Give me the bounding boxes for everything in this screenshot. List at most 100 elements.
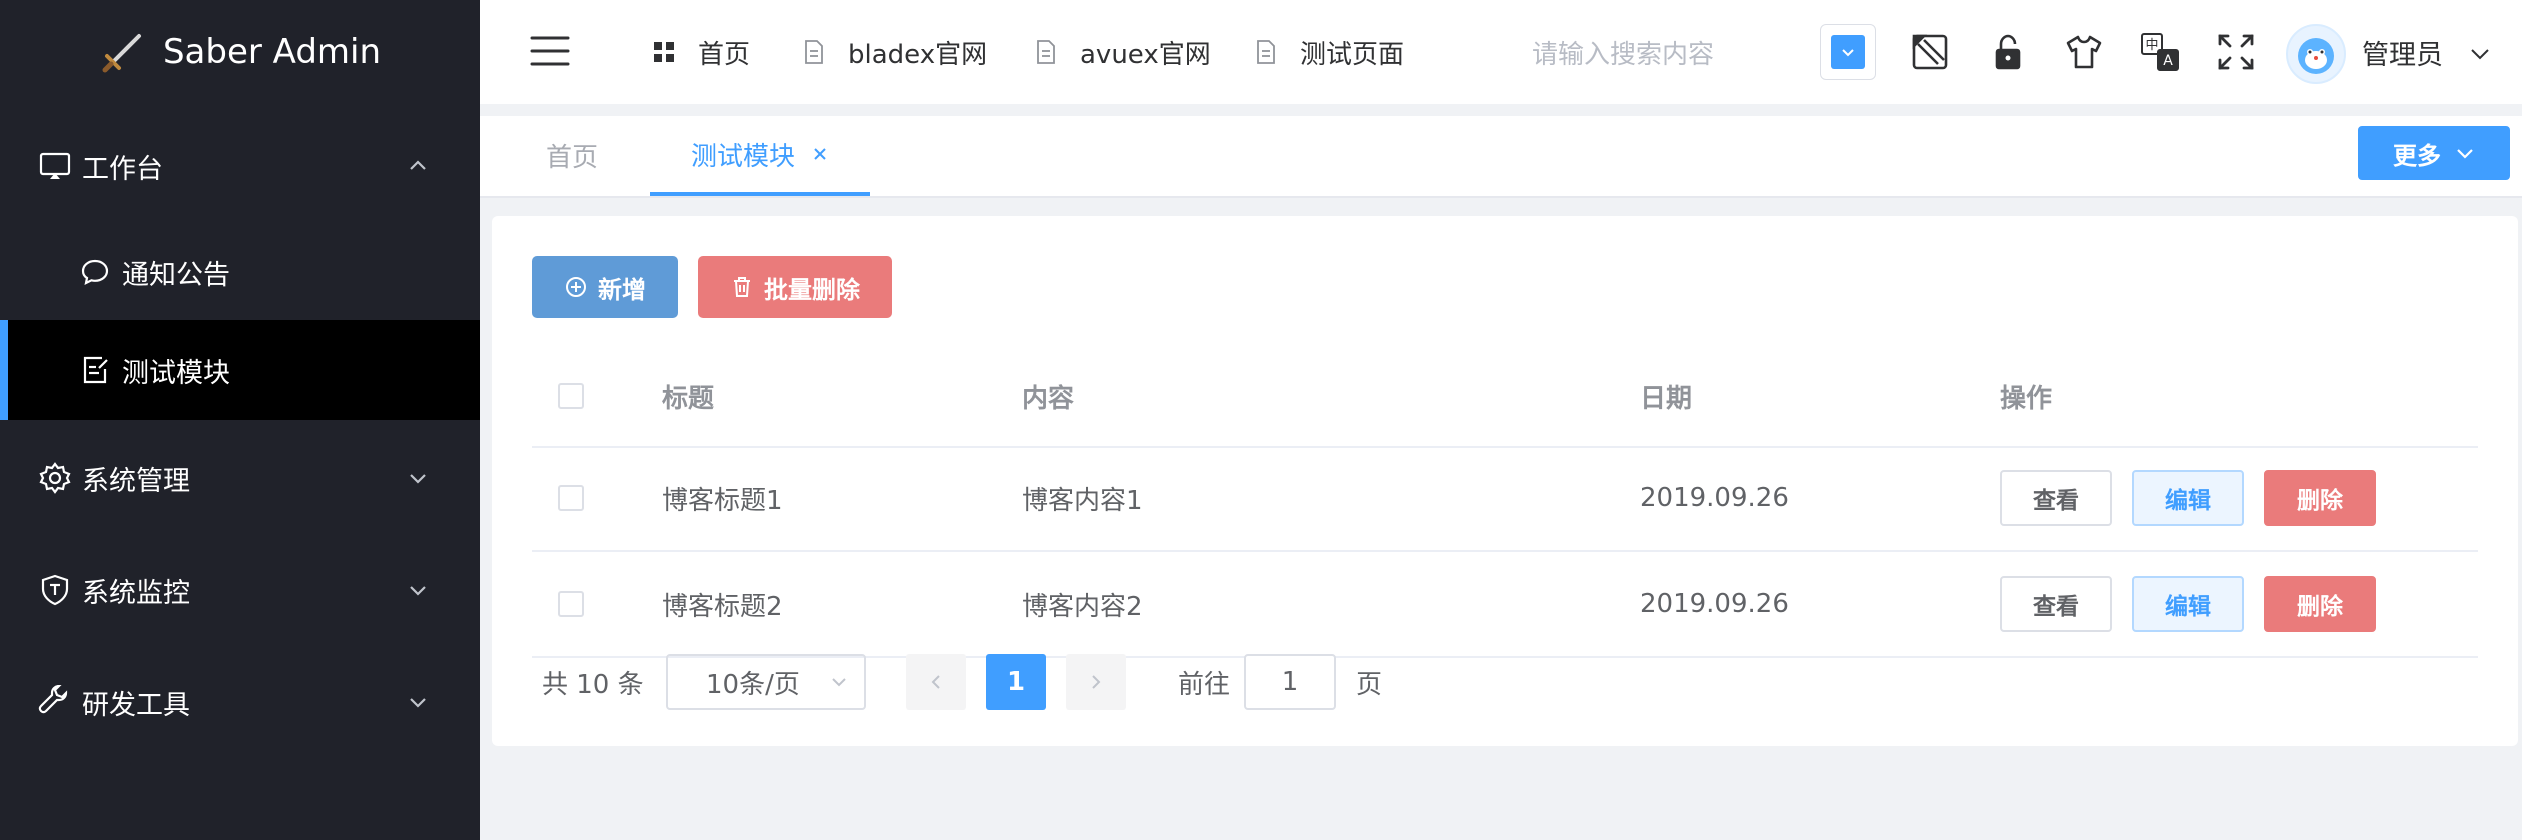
delete-button[interactable]: 删除 — [2264, 470, 2376, 526]
column-header-title: 标题 — [662, 383, 715, 414]
page-number-button[interactable]: 1 — [986, 654, 1046, 710]
nav-link-test-page[interactable]: 测试页面 — [1254, 30, 1404, 74]
sidebar-item-label: 测试模块 — [122, 357, 230, 389]
fullscreen-icon[interactable] — [2216, 32, 2256, 72]
goto-page-input[interactable] — [1244, 654, 1336, 710]
table-row: 博客标题1 博客内容1 2019.09.26 查看 编辑 删除 — [532, 446, 2478, 552]
lock-icon[interactable] — [1988, 32, 2028, 72]
column-header-content: 内容 — [1022, 383, 1075, 414]
sidebar-item-system-management[interactable]: 系统管理 — [0, 442, 480, 514]
shield-icon — [38, 573, 72, 607]
chevron-left-icon — [927, 673, 945, 691]
page-size-select[interactable]: 10条/页 — [666, 654, 866, 710]
sword-icon — [99, 28, 147, 76]
chevron-down-icon — [406, 690, 430, 714]
tab-test-module[interactable]: 测试模块 — [650, 116, 870, 196]
nav-link-home[interactable]: 首页 — [652, 30, 750, 74]
sidebar-item-label: 工作台 — [82, 153, 163, 185]
sidebar-item-system-monitor[interactable]: 系统监控 — [0, 554, 480, 626]
column-header-date: 日期 — [1640, 383, 1693, 414]
more-button[interactable]: 更多 — [2358, 126, 2510, 180]
screenshot-icon[interactable] — [1910, 32, 1950, 72]
edit-button[interactable]: 编辑 — [2132, 576, 2244, 632]
monitor-icon — [38, 149, 72, 183]
sidebar-item-label: 研发工具 — [82, 689, 190, 721]
tab-label: 首页 — [546, 142, 599, 173]
edit-button[interactable]: 编辑 — [2132, 470, 2244, 526]
sidebar-item-label: 系统监控 — [82, 577, 190, 609]
trash-icon — [730, 275, 754, 299]
chevron-down-icon — [406, 466, 430, 490]
more-button-label: 更多 — [2393, 141, 2441, 170]
hamburger-menu-icon[interactable] — [530, 34, 570, 68]
close-icon[interactable] — [811, 145, 829, 163]
nav-link-label: avuex官网 — [1080, 39, 1211, 70]
sidebar-item-test-module[interactable]: 测试模块 — [0, 320, 480, 420]
delete-button[interactable]: 删除 — [2264, 576, 2376, 632]
document-icon — [1034, 40, 1058, 64]
document-icon — [1254, 40, 1278, 64]
app-logo[interactable]: Saber Admin — [0, 0, 480, 104]
chevron-right-icon — [1087, 673, 1105, 691]
tags-bar: 首页 测试模块 更多 — [480, 116, 2522, 198]
batch-delete-button[interactable]: 批量删除 — [698, 256, 892, 318]
cell-content: 博客内容2 — [1022, 591, 1143, 622]
pagination: 共 10 条 10条/页 1 前往 页 — [532, 646, 1532, 716]
search-input[interactable] — [1530, 26, 1794, 84]
cell-date: 2019.09.26 — [1640, 483, 1789, 513]
goto-label: 前往 — [1178, 669, 1231, 700]
chevron-up-icon — [406, 154, 430, 178]
content-card: 新增 批量删除 标题 内容 日期 操作 博客标题1 博客内容1 2019.09.… — [492, 216, 2518, 746]
avatar[interactable] — [2286, 24, 2346, 84]
cell-content: 博客内容1 — [1022, 485, 1143, 516]
app-title: Saber Admin — [162, 32, 382, 72]
next-page-button[interactable] — [1066, 654, 1126, 710]
add-button-label: 新增 — [598, 275, 646, 304]
tshirt-icon[interactable] — [2064, 32, 2104, 72]
theme-color-swatch — [1831, 35, 1865, 69]
cell-title: 博客标题1 — [662, 485, 783, 516]
chat-icon — [80, 257, 110, 287]
grid-icon — [652, 40, 676, 64]
sidebar: Saber Admin 工作台 通知公告 测试模块 系统管理 系统监控 研发工具 — [0, 0, 480, 840]
nav-link-bladex[interactable]: bladex官网 — [802, 30, 987, 74]
cell-title: 博客标题2 — [662, 591, 783, 622]
chevron-down-icon — [2455, 143, 2475, 163]
svg-text:A: A — [2163, 53, 2173, 69]
cell-date: 2019.09.26 — [1640, 589, 1789, 619]
sidebar-item-workbench[interactable]: 工作台 — [0, 130, 480, 202]
svg-text:中: 中 — [2145, 38, 2158, 53]
sidebar-item-notice[interactable]: 通知公告 — [0, 236, 480, 308]
page-unit-label: 页 — [1356, 669, 1383, 700]
top-header: 首页 bladex官网 avuex官网 测试页面 请输入搜索内容 中 A 管理员 — [480, 0, 2522, 104]
row-checkbox[interactable] — [558, 591, 584, 617]
sidebar-item-dev-tools[interactable]: 研发工具 — [0, 666, 480, 738]
translate-icon[interactable]: 中 A — [2140, 32, 2180, 72]
nav-link-avuex[interactable]: avuex官网 — [1034, 30, 1211, 74]
chevron-down-icon — [830, 673, 848, 691]
document-icon — [802, 40, 826, 64]
page-size-value: 10条/页 — [706, 669, 800, 700]
view-button[interactable]: 查看 — [2000, 576, 2112, 632]
wrench-icon — [38, 685, 72, 719]
table-row: 博客标题2 博客内容2 2019.09.26 查看 编辑 删除 — [532, 552, 2478, 658]
plus-circle-icon — [564, 275, 588, 299]
table-header-row: 标题 内容 日期 操作 — [532, 346, 2478, 448]
gear-icon — [38, 461, 72, 495]
edit-doc-icon — [80, 355, 110, 385]
add-button[interactable]: 新增 — [532, 256, 678, 318]
tab-home[interactable]: 首页 — [546, 116, 598, 194]
nav-link-label: 首页 — [698, 39, 751, 70]
theme-color-picker[interactable] — [1820, 24, 1876, 80]
nav-link-label: 测试页面 — [1300, 39, 1405, 70]
column-header-actions: 操作 — [2000, 383, 2053, 414]
prev-page-button[interactable] — [906, 654, 966, 710]
chevron-down-icon[interactable] — [2468, 42, 2492, 66]
view-button[interactable]: 查看 — [2000, 470, 2112, 526]
sidebar-item-label: 系统管理 — [82, 465, 190, 497]
pagination-total: 共 10 条 — [542, 669, 644, 700]
row-checkbox[interactable] — [558, 485, 584, 511]
select-all-checkbox[interactable] — [558, 383, 584, 409]
sidebar-item-label: 通知公告 — [122, 259, 230, 291]
user-name[interactable]: 管理员 — [2362, 30, 2443, 74]
